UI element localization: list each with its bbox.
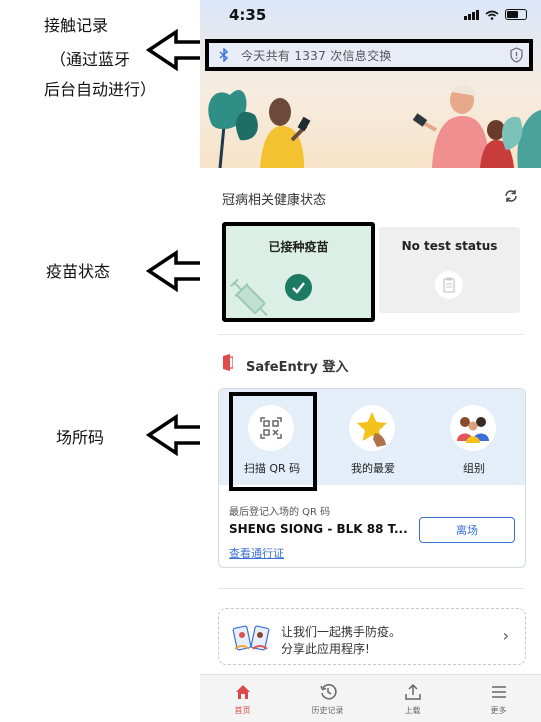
bluetooth-icon — [219, 48, 229, 62]
share-text-line1: 让我们一起携手防疫。 — [281, 625, 402, 639]
hero-banner: 4:35 今天共有 1337 次信息交换 — [200, 0, 541, 168]
phone-screen: 4:35 今天共有 1337 次信息交换 冠病相关健康状态 已接种疫苗 No t… — [200, 0, 541, 722]
chevron-right-icon: › — [502, 626, 509, 645]
groups-label: 组别 — [463, 462, 485, 475]
tab-home-label: 首页 — [234, 706, 251, 715]
tab-home[interactable]: 首页 — [200, 675, 285, 722]
tab-more[interactable]: 更多 — [456, 675, 541, 722]
last-checkin-place: SHENG SIONG - BLK 88 T... — [229, 522, 408, 536]
favourites-label: 我的最爱 — [351, 462, 395, 475]
annotation-contact-line1: 接触记录 — [44, 16, 109, 35]
group-icon — [457, 417, 489, 443]
view-pass-link[interactable]: 查看通行证 — [229, 545, 284, 561]
favourites-button[interactable]: 我的最爱 — [323, 389, 423, 485]
section-divider — [218, 334, 524, 335]
signal-icon — [464, 9, 479, 20]
check-icon — [285, 274, 312, 301]
star-icon — [357, 412, 387, 447]
groups-button[interactable]: 组别 — [424, 389, 524, 485]
last-checkin-label: 最后登记入场的 QR 码 — [229, 507, 331, 518]
annotation-vaccine: 疫苗状态 — [46, 262, 111, 281]
menu-icon — [492, 686, 506, 698]
status-bar: 4:35 — [200, 0, 541, 34]
annotation-highlight-box — [229, 392, 317, 491]
tab-history[interactable]: 历史记录 — [285, 675, 370, 722]
clipboard-icon — [435, 271, 463, 299]
test-status-label: No test status — [401, 239, 498, 253]
status-time: 4:35 — [229, 6, 267, 24]
health-status-title: 冠病相关健康状态 — [222, 193, 327, 208]
upload-icon — [405, 683, 421, 700]
refresh-icon[interactable] — [503, 188, 519, 204]
safeentry-actions: 扫描 QR 码 我的最爱 组别 — [219, 389, 525, 491]
battery-icon — [505, 9, 527, 20]
safeentry-logo-icon — [223, 354, 233, 371]
exchange-count-banner[interactable]: 今天共有 1337 次信息交换 — [205, 39, 533, 71]
bottom-tab-bar: 首页 历史记录 上载 更多 — [200, 674, 541, 722]
vaccination-status-card[interactable]: 已接种疫苗 — [222, 222, 375, 322]
safeentry-panel: 扫描 QR 码 我的最爱 组别 最后登记入场的 QR 码 SHENG SIONG… — [218, 388, 526, 568]
shield-icon[interactable] — [510, 47, 523, 63]
share-app-banner[interactable]: 让我们一起携手防疫。 分享此应用程序! › — [218, 608, 526, 665]
vaccinated-label: 已接种疫苗 — [268, 240, 329, 254]
safeentry-title: SafeEntry 登入 — [246, 360, 349, 375]
section-divider — [218, 588, 524, 589]
home-icon — [236, 685, 250, 699]
tab-upload-label: 上载 — [404, 706, 421, 715]
tab-more-label: 更多 — [490, 706, 507, 715]
exchange-count-text: 今天共有 1337 次信息交换 — [241, 48, 392, 63]
annotation-contact-line2: （通过蓝牙 — [50, 50, 131, 69]
test-status-card[interactable]: No test status — [379, 227, 520, 313]
tab-upload[interactable]: 上载 — [370, 675, 455, 722]
check-out-button[interactable]: 离场 — [419, 517, 515, 543]
tab-history-label: 历史记录 — [311, 706, 344, 715]
share-people-icon — [232, 625, 270, 651]
syringe-icon — [230, 278, 268, 317]
annotation-venue: 场所码 — [56, 428, 105, 447]
wifi-icon — [485, 10, 499, 20]
annotation-contact-line3: 后台自动进行） — [44, 80, 157, 99]
share-text-line2: 分享此应用程序! — [281, 642, 370, 656]
history-icon — [320, 684, 337, 700]
